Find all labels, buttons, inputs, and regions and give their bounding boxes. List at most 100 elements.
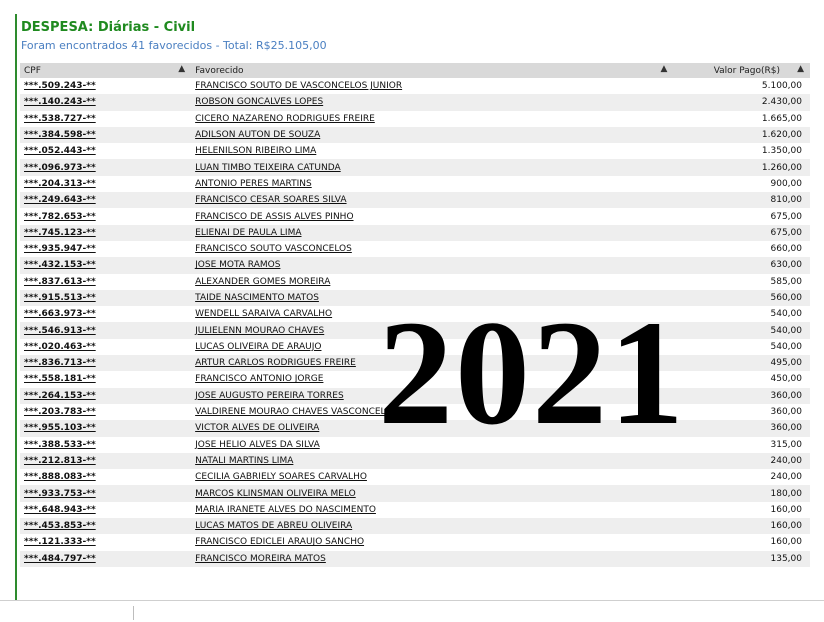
cpf-link[interactable]: ***.203.783-** [24, 407, 96, 417]
table-row: ***.204.313-** ANTONIO PERES MARTINS 900,0… [20, 176, 810, 192]
beneficiary-link[interactable]: FRANCISCO DE ASSIS ALVES PINHO [195, 212, 353, 222]
cpf-link[interactable]: ***.484.797-** [24, 554, 96, 564]
beneficiary-link[interactable]: ANTONIO PERES MARTINS [195, 179, 312, 189]
cpf-link[interactable]: ***.052.443-** [24, 146, 96, 156]
beneficiary-link[interactable]: ADILSON AUTON DE SOUZA [195, 130, 320, 140]
beneficiary-link[interactable]: ARTUR CARLOS RODRIGUES FREIRE [195, 358, 356, 368]
cpf-link[interactable]: ***.782.653-** [24, 212, 96, 222]
beneficiary-link[interactable]: NATALI MARTINS LIMA [195, 456, 293, 466]
cpf-link[interactable]: ***.648.943-** [24, 505, 96, 515]
cpf-link[interactable]: ***.745.123-** [24, 228, 96, 238]
beneficiary-link[interactable]: MARIA IRANETE ALVES DO NASCIMENTO [195, 505, 376, 515]
beneficiary-link[interactable]: FRANCISCO SOUTO DE VASCONCELOS JUNIOR [195, 81, 402, 91]
beneficiary-link[interactable]: FRANCISCO SOUTO VASCONCELOS [195, 244, 352, 254]
sort-icon[interactable]: ▲︎ [660, 64, 667, 74]
fav-cell: MARCOS KLINSMAN OLIVEIRA MELO [191, 485, 674, 502]
val-cell: 160,00 [770, 504, 803, 515]
column-header-cpf[interactable]: CPF ▲︎ [20, 63, 192, 78]
cpf-link[interactable]: ***.096.973-** [24, 163, 96, 173]
beneficiary-link[interactable]: LUCAS OLIVEIRA DE ARAUJO [195, 342, 321, 352]
val-cell: 360,00 [770, 407, 803, 418]
beneficiary-link[interactable]: JULIELENN MOURAO CHAVES [195, 326, 324, 336]
val-cell: 240,00 [770, 472, 803, 483]
beneficiary-link[interactable]: FRANCISCO ANTONIO JORGE [195, 374, 323, 384]
cpf-link[interactable]: ***.020.463-** [24, 342, 96, 352]
val-cell: 540,00 [770, 341, 803, 352]
cpf-cell: ***.432.153-** [20, 257, 192, 274]
table-row: ***.432.153-** JOSE MOTA RAMOS 630,00 [20, 257, 810, 274]
beneficiary-link[interactable]: WENDELL SARAIVA CARVALHO [195, 309, 332, 319]
beneficiary-link[interactable]: ROBSON GONCALVES LOPES [195, 97, 323, 107]
beneficiary-link[interactable]: CICERO NAZARENO RODRIGUES FREIRE [195, 114, 375, 124]
cpf-link[interactable]: ***.140.243-** [24, 97, 96, 107]
beneficiary-link[interactable]: JOSE HELIO ALVES DA SILVA [195, 440, 320, 450]
val-cell: 675,00 [673, 224, 810, 241]
cpf-link[interactable]: ***.663.973-** [24, 309, 96, 319]
cpf-link[interactable]: ***.453.853-** [24, 521, 96, 531]
fav-cell: FRANCISCO CESAR SOARES SILVA [191, 192, 674, 209]
beneficiary-link[interactable]: HELENILSON RIBEIRO LIMA [195, 146, 316, 156]
val-cell: 1.665,00 [761, 113, 802, 124]
fav-cell: FRANCISCO MOREIRA MATOS [191, 550, 674, 567]
beneficiary-link[interactable]: FRANCISCO EDICLEI ARAUJO SANCHO [195, 537, 364, 547]
table-row: ***.096.973-** LUAN TIMBO TEIXEIRA CATUND… [20, 159, 810, 176]
val-cell: 660,00 [770, 244, 803, 255]
cpf-cell: ***.888.083-** [20, 469, 191, 485]
cpf-link[interactable]: ***.509.243-** [24, 81, 96, 91]
fav-cell: ALEXANDER GOMES MOREIRA [191, 274, 673, 290]
val-cell: 630,00 [673, 257, 810, 274]
cpf-link[interactable]: ***.933.753-** [24, 489, 96, 499]
beneficiary-link[interactable]: MARCOS KLINSMAN OLIVEIRA MELO [195, 489, 356, 499]
table-row: ***.052.443-** HELENILSON RIBEIRO LIMA 1.3… [20, 143, 810, 159]
cpf-link[interactable]: ***.212.813-** [24, 456, 96, 466]
cpf-cell: ***.121.333-** [20, 534, 191, 550]
beneficiary-link[interactable]: ELIENAI DE PAULA LIMA [195, 228, 301, 238]
cpf-link[interactable]: ***.121.333-** [24, 537, 96, 547]
table-row: ***.140.243-** ROBSON GONCALVES LOPES 2.43… [20, 94, 810, 111]
cpf-cell: ***.915.513-** [20, 289, 192, 307]
beneficiary-link[interactable]: VICTOR ALVES DE OLIVEIRA [195, 423, 319, 433]
sort-icon[interactable]: ▲︎ [797, 64, 804, 74]
horizontal-divider [0, 600, 824, 601]
beneficiary-link[interactable]: JOSE MOTA RAMOS [195, 260, 280, 270]
column-header-valor[interactable]: Valor Pago(R$) ▲︎ [673, 63, 810, 78]
column-header-favorecido[interactable]: Favorecido ▲︎ [191, 63, 674, 78]
beneficiary-link[interactable]: JOSE AUGUSTO PEREIRA TORRES [195, 391, 344, 401]
sort-icon[interactable]: ▲︎ [178, 64, 185, 74]
table-row: ***.933.753-** MARCOS KLINSMAN OLIVEIRA M… [20, 485, 810, 502]
cpf-link[interactable]: ***.264.153-** [24, 391, 96, 401]
beneficiary-link[interactable]: VALDIRENE MOURAO CHAVES VASCONCELOS [195, 407, 398, 417]
beneficiary-link[interactable]: FRANCISCO MOREIRA MATOS [195, 554, 326, 564]
cpf-link[interactable]: ***.935.947-** [24, 244, 96, 254]
beneficiary-link[interactable]: FRANCISCO CESAR SOARES SILVA [195, 195, 346, 205]
cpf-link[interactable]: ***.888.083-** [24, 472, 96, 482]
val-cell: 1.350,00 [761, 146, 802, 157]
table-row: ***.249.643-** FRANCISCO CESAR SOARES SIL… [20, 192, 810, 209]
cpf-link[interactable]: ***.432.153-** [24, 260, 96, 270]
cpf-link[interactable]: ***.388.533-** [24, 440, 96, 450]
cpf-link[interactable]: ***.915.513-** [24, 293, 96, 303]
cpf-link[interactable]: ***.249.643-** [24, 195, 96, 205]
cpf-link[interactable]: ***.538.727-** [24, 114, 96, 124]
val-cell: 540,00 [770, 309, 803, 320]
beneficiary-link[interactable]: LUAN TIMBO TEIXEIRA CATUNDA [195, 163, 341, 173]
cpf-link[interactable]: ***.204.313-** [24, 179, 96, 189]
table-row: ***.538.727-** CICERO NAZARENO RODRIGUES … [20, 111, 810, 127]
beneficiary-link[interactable]: LUCAS MATOS DE ABREU OLIVEIRA [195, 521, 352, 531]
fav-cell: FRANCISCO EDICLEI ARAUJO SANCHO [191, 534, 673, 550]
cpf-cell: ***.509.243-** [20, 78, 191, 94]
cpf-cell: ***.384.598-** [20, 126, 192, 144]
beneficiary-link[interactable]: CECILIA GABRIELY SOARES CARVALHO [195, 472, 367, 482]
cpf-cell: ***.020.463-** [20, 339, 191, 355]
cpf-link[interactable]: ***.836.713-** [24, 358, 96, 368]
cpf-link[interactable]: ***.384.598-** [24, 130, 96, 140]
val-cell: 360,00 [673, 387, 810, 404]
cpf-link[interactable]: ***.546.913-** [24, 326, 96, 336]
cpf-link[interactable]: ***.837.613-** [24, 277, 96, 287]
beneficiary-link[interactable]: ALEXANDER GOMES MOREIRA [195, 277, 330, 287]
cpf-link[interactable]: ***.955.103-** [24, 423, 96, 433]
beneficiary-link[interactable]: TAIDE NASCIMENTO MATOS [195, 293, 319, 303]
cpf-link[interactable]: ***.558.181-** [24, 374, 96, 384]
val-cell: 315,00 [770, 439, 803, 450]
fav-cell: MARIA IRANETE ALVES DO NASCIMENTO [191, 502, 673, 518]
